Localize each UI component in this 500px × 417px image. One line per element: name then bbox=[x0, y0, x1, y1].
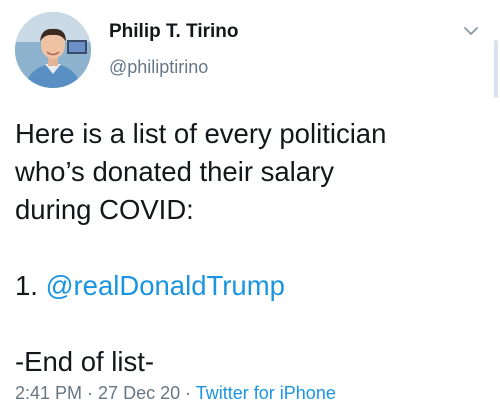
separator: · bbox=[82, 383, 99, 403]
tweet-line: who’s donated their salary bbox=[15, 156, 334, 187]
separator: · bbox=[180, 383, 196, 403]
author-handle[interactable]: @philiptirino bbox=[109, 57, 208, 78]
list-item: 1. @realDonaldTrump bbox=[15, 267, 485, 305]
tweet-line: Here is a list of every politician bbox=[15, 118, 387, 149]
mention-link[interactable]: @realDonaldTrump bbox=[46, 270, 285, 301]
avatar[interactable] bbox=[15, 12, 91, 88]
tweet-line: during COVID: bbox=[15, 194, 194, 225]
avatar-photo bbox=[15, 12, 91, 88]
tweet-date[interactable]: 27 Dec 20 bbox=[98, 383, 180, 403]
tweet-source-link[interactable]: Twitter for iPhone bbox=[196, 383, 336, 403]
tweet-text: Here is a list of every politician who’s… bbox=[15, 115, 485, 381]
author-name[interactable]: Philip T. Tirino bbox=[109, 21, 238, 43]
scrollbar[interactable] bbox=[494, 40, 498, 98]
tweet-meta: 2:41 PM · 27 Dec 20 · Twitter for iPhone bbox=[15, 383, 336, 404]
tweet-time[interactable]: 2:41 PM bbox=[15, 383, 82, 403]
tweet-card: Philip T. Tirino @philiptirino Here is a… bbox=[0, 0, 500, 417]
chevron-down-icon[interactable] bbox=[462, 24, 480, 38]
list-number: 1. bbox=[15, 270, 46, 301]
closing-line: -End of list- bbox=[15, 346, 155, 377]
